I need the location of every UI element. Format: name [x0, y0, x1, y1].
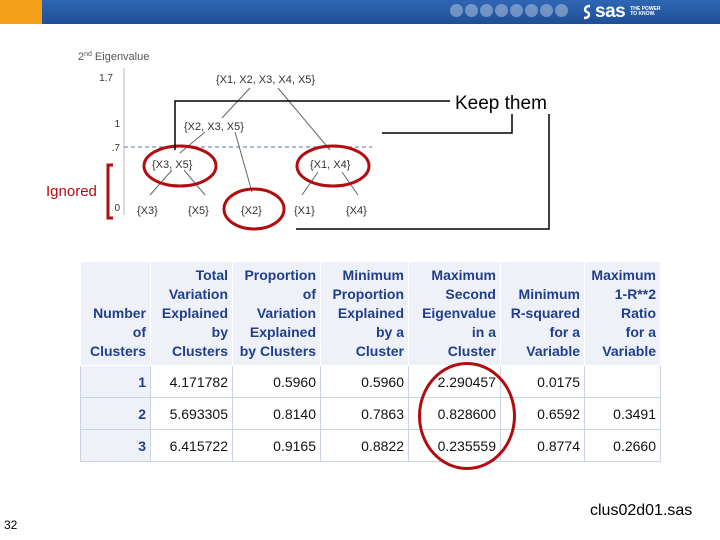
axis-title-word: Eigenvalue — [95, 51, 149, 63]
banner-orange-block — [0, 0, 42, 24]
col-header: Minimum R-squared for a Variable — [500, 261, 585, 366]
cluster-tree-diagram: 2nd Eigenvalue 1.7 1 .7 0 {X1, X2, X3, X4… — [46, 44, 550, 231]
node-leaf: {X4} — [346, 205, 367, 217]
sas-swirl-icon — [583, 4, 591, 20]
node-right: {X1, X4} — [310, 159, 351, 171]
node-leaf: {X2} — [241, 205, 262, 217]
col-header: Number of Clusters — [80, 261, 151, 366]
cell: 0.5960 — [232, 365, 321, 398]
node-left: {X2, X3, X5} — [184, 121, 244, 133]
node-root: {X1, X2, X3, X4, X5} — [216, 74, 315, 86]
node-leaf: {X1} — [294, 205, 315, 217]
table-row: 3 6.415722 0.9165 0.8822 0.235559 0.8774… — [80, 429, 661, 462]
cell: 0.8822 — [320, 429, 409, 462]
diagram-panel — [112, 44, 374, 226]
cluster-summary-table: Number of Clusters Total Variation Explained… — [80, 261, 661, 462]
cell: 0.5960 — [320, 365, 409, 398]
cell — [584, 365, 661, 398]
keep-them-label: Keep them — [455, 93, 547, 114]
tick-label: .7 — [112, 143, 121, 154]
program-filename: clus02d01.sas — [590, 502, 693, 519]
tick-label: 1.7 — [99, 73, 113, 84]
cell: 0.8140 — [232, 397, 321, 430]
cell: 6.415722 — [150, 429, 233, 462]
axis-title-sup: nd — [84, 51, 92, 58]
logo-tagline: THE POWER TO KNOW. — [630, 6, 661, 17]
cell: 0.9165 — [232, 429, 321, 462]
banner-dots — [450, 4, 568, 20]
table-row: 2 5.693305 0.8140 0.7863 0.828600 0.6592… — [80, 397, 661, 430]
cell: 5.693305 — [150, 397, 233, 430]
col-header: Proportion of Variation Explained by Cluster… — [232, 261, 321, 366]
cell: 0.3491 — [584, 397, 661, 430]
table-header-row: Number of Clusters Total Variation Explained… — [80, 261, 661, 366]
node-left-left: {X3, X5} — [152, 159, 193, 171]
sas-logo: sas THE POWER TO KNOW. — [582, 1, 662, 22]
tick-label: 1 — [114, 119, 120, 130]
col-header: Maximum Second Eigenvalue in a Cluster — [408, 261, 501, 366]
node-leaf: {X5} — [188, 205, 209, 217]
cell: 4.171782 — [150, 365, 233, 398]
node-leaf: {X3} — [137, 205, 158, 217]
cell: 0.0175 — [500, 365, 585, 398]
header-banner: sas THE POWER TO KNOW. — [0, 0, 720, 24]
ignored-label: Ignored — [46, 183, 97, 200]
table-row: 1 4.171782 0.5960 0.5960 2.290457 0.0175 — [80, 365, 661, 398]
page-number: 32 — [4, 518, 18, 532]
eigenvalue-highlight-oval — [418, 362, 516, 470]
cell: 0.2660 — [584, 429, 661, 462]
col-header: Maximum 1-R**2 Ratio for a Variable — [584, 261, 661, 366]
axis-title: 2nd Eigenvalue — [78, 51, 149, 63]
col-header: Minimum Proportion Explained by a Cluster — [320, 261, 409, 366]
logo-text: sas — [595, 1, 626, 22]
cell-clusters: 1 — [80, 365, 151, 398]
cell-clusters: 3 — [80, 429, 151, 462]
cell-clusters: 2 — [80, 397, 151, 430]
cell: 0.7863 — [320, 397, 409, 430]
col-header: Total Variation Explained by Clusters — [150, 261, 233, 366]
tick-label: 0 — [114, 203, 120, 214]
